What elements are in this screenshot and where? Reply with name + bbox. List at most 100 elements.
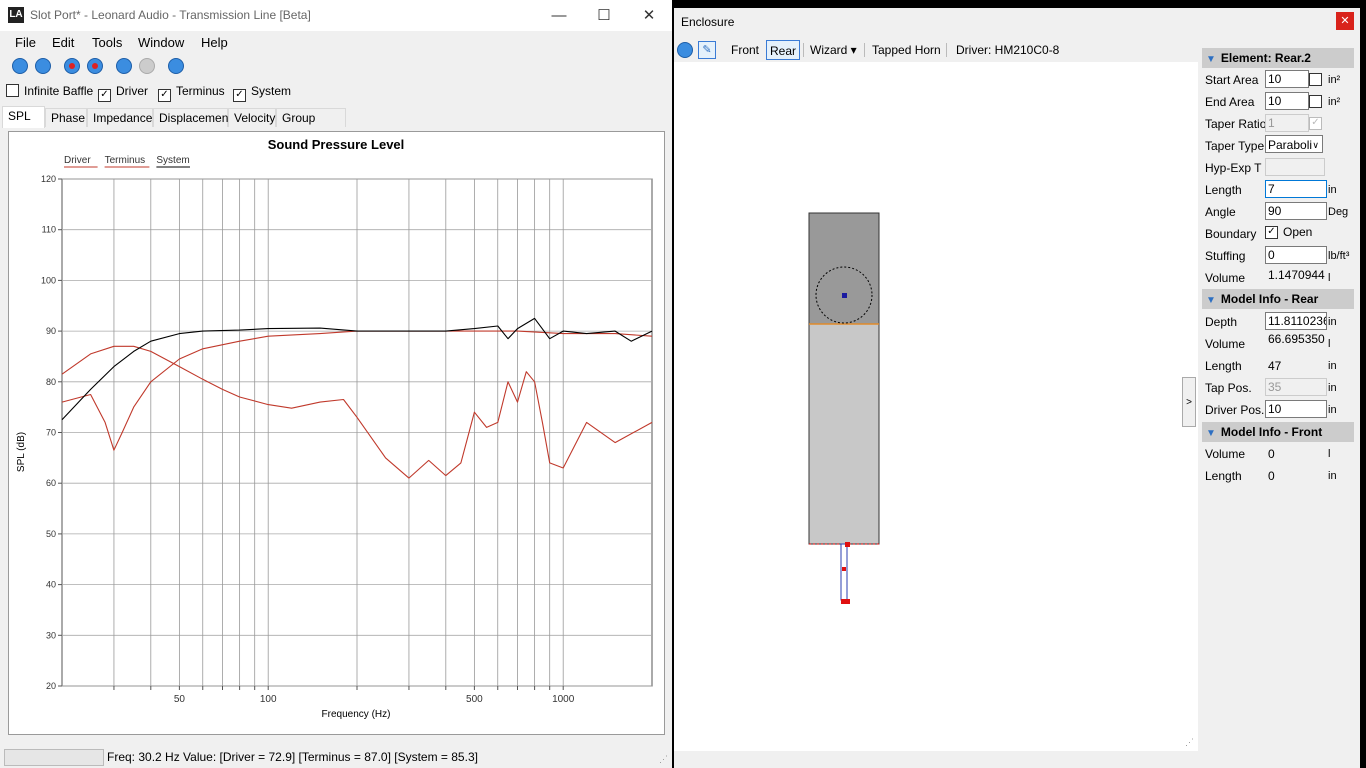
- collapse-triangle-icon[interactable]: ▼: [1206, 291, 1216, 311]
- new-file-icon[interactable]: [12, 58, 28, 74]
- terminus-checkbox[interactable]: ✓ Terminus: [158, 84, 225, 102]
- canvas-resize-grip-icon[interactable]: ⋰: [1185, 737, 1194, 748]
- spl-chart[interactable]: Sound Pressure Level Driver Terminus Syste…: [9, 132, 664, 734]
- y-tick-label: 60: [46, 478, 56, 488]
- run-icon[interactable]: [677, 42, 693, 58]
- legend-item-terminus: Terminus: [105, 155, 146, 166]
- checkbox-label: Driver: [116, 84, 148, 98]
- collapse-triangle-icon[interactable]: ▼: [1206, 50, 1216, 70]
- step-forward-icon[interactable]: [139, 58, 155, 74]
- panel-splitter[interactable]: >: [1182, 377, 1196, 427]
- wizard-dropdown[interactable]: Wizard ▾: [807, 40, 860, 60]
- chevron-down-icon: ∨: [1312, 140, 1319, 150]
- port-element[interactable]: [840, 543, 848, 601]
- angle-input[interactable]: 90: [1265, 202, 1327, 220]
- checkbox-box[interactable]: [6, 84, 19, 97]
- tab-displacement[interactable]: Displacement: [153, 108, 232, 127]
- main-window: LA Slot Port* - Leonard Audio - Transmis…: [0, 0, 672, 768]
- front-section-header[interactable]: ▼ Model Info - Front: [1202, 422, 1354, 442]
- start-area-input[interactable]: 10: [1265, 70, 1309, 88]
- line-chamber[interactable]: [808, 323, 880, 545]
- hyp-exp-input[interactable]: [1265, 158, 1325, 176]
- x-tick-label: 1000: [552, 694, 575, 705]
- rear-section-header[interactable]: ▼ Model Info - Rear: [1202, 289, 1354, 309]
- driver-chamber[interactable]: [808, 212, 880, 325]
- open-file-icon[interactable]: [35, 58, 51, 74]
- driver-checkbox[interactable]: ✓ Driver: [98, 84, 148, 102]
- checkbox-box[interactable]: ✓: [233, 89, 246, 102]
- title-bar: LA Slot Port* - Leonard Audio - Transmis…: [0, 0, 672, 31]
- system-checkbox[interactable]: ✓ System: [233, 84, 291, 102]
- driver-pos-label: Driver Pos.: [1205, 403, 1265, 417]
- wrench-icon[interactable]: ✎: [698, 41, 716, 59]
- front-length-value: 0: [1268, 469, 1275, 483]
- maximize-button[interactable]: ☐: [581, 0, 627, 31]
- driver-pos-input[interactable]: 10: [1265, 400, 1327, 418]
- y-axis-label: SPL (dB): [16, 432, 27, 472]
- spl-chart-panel[interactable]: Sound Pressure Level Driver Terminus Syste…: [8, 131, 665, 735]
- end-area-checkbox[interactable]: [1309, 95, 1322, 108]
- enclosure-drawing[interactable]: [674, 62, 1198, 751]
- start-area-checkbox[interactable]: [1309, 73, 1322, 86]
- infinite-baffle-checkbox[interactable]: Infinite Baffle: [6, 84, 93, 98]
- menu-file[interactable]: File: [15, 35, 36, 50]
- menu-help[interactable]: Help: [201, 35, 228, 50]
- y-tick-label: 80: [46, 377, 56, 387]
- checkbox-box[interactable]: ✓: [158, 89, 171, 102]
- rear-button[interactable]: Rear: [766, 40, 801, 60]
- play-icon[interactable]: [168, 58, 184, 74]
- tap-pos-input[interactable]: 35: [1265, 378, 1327, 396]
- tab-impedance[interactable]: Impedance: [87, 108, 153, 127]
- checkbox-label: Terminus: [176, 84, 225, 98]
- tab-group-delay[interactable]: Group Delay: [276, 108, 346, 143]
- boundary-label: Boundary: [1205, 227, 1257, 241]
- taper-ratio-input[interactable]: 1: [1265, 114, 1309, 132]
- tab-spl[interactable]: SPL: [2, 106, 45, 128]
- enclosure-title: Enclosure: [681, 15, 735, 29]
- port-handle-mid[interactable]: [842, 567, 846, 571]
- port-handle-bottom[interactable]: [841, 599, 850, 604]
- taper-type-select[interactable]: Paraboli ∨: [1265, 135, 1323, 153]
- collapse-triangle-icon[interactable]: ▼: [1206, 424, 1216, 444]
- length-input[interactable]: 7: [1265, 180, 1327, 198]
- element-section-header[interactable]: ▼ Element: Rear.2: [1202, 48, 1354, 68]
- step-back-icon[interactable]: [116, 58, 132, 74]
- driver-center-marker[interactable]: [842, 293, 847, 298]
- x-axis-ticks: 50 100 500 1000: [113, 686, 575, 705]
- stuffing-unit: lb/ft³: [1328, 250, 1350, 262]
- checkbox-label: System: [251, 84, 292, 98]
- rear-depth-input[interactable]: 11.8110236: [1265, 312, 1327, 330]
- end-area-input[interactable]: 10: [1265, 92, 1309, 110]
- section-title: Model Info - Front: [1220, 425, 1323, 439]
- tab-phase[interactable]: Phase: [45, 108, 87, 127]
- front-volume-unit: l: [1328, 448, 1331, 460]
- enclosure-window: Enclosure ✕ ✎ Front Rear Wizard ▾ Tapped…: [674, 8, 1360, 768]
- front-length-unit: in: [1328, 470, 1337, 482]
- port-handle-top[interactable]: [845, 542, 850, 547]
- record-stop-icon[interactable]: [87, 58, 103, 74]
- resize-grip-icon[interactable]: ⋰: [659, 754, 668, 765]
- driver-pos-unit: in: [1328, 404, 1337, 416]
- menu-tools[interactable]: Tools: [92, 35, 122, 50]
- enclosure-close-button[interactable]: ✕: [1336, 12, 1354, 30]
- y-axis-ticks: 20 30 40 50 60 70 80 90 100 110 120: [41, 174, 62, 691]
- menu-window[interactable]: Window: [138, 35, 184, 50]
- volume-label: Volume: [1205, 271, 1246, 285]
- tab-velocity[interactable]: Velocity: [228, 108, 276, 127]
- close-button[interactable]: ✕: [626, 0, 672, 31]
- y-tick-label: 50: [46, 529, 56, 539]
- taper-ratio-checkbox[interactable]: ✓: [1309, 117, 1322, 130]
- display-options: Infinite Baffle ✓ Driver ✓ Terminus ✓ Syste…: [0, 82, 672, 102]
- record-icon[interactable]: [64, 58, 80, 74]
- rear-depth-unit: in: [1328, 316, 1337, 328]
- checkbox-label: Infinite Baffle: [24, 84, 94, 98]
- tapped-horn-button[interactable]: Tapped Horn: [869, 40, 944, 60]
- menu-edit[interactable]: Edit: [52, 35, 74, 50]
- checkbox-box[interactable]: ✓: [98, 89, 111, 102]
- boundary-checkbox[interactable]: ✓: [1265, 226, 1278, 239]
- minimize-button[interactable]: —: [536, 0, 582, 31]
- enclosure-canvas[interactable]: ⋰: [674, 62, 1198, 751]
- stuffing-input[interactable]: 0: [1265, 246, 1327, 264]
- front-button[interactable]: Front: [728, 40, 762, 60]
- rear-length-value: 47: [1268, 359, 1282, 373]
